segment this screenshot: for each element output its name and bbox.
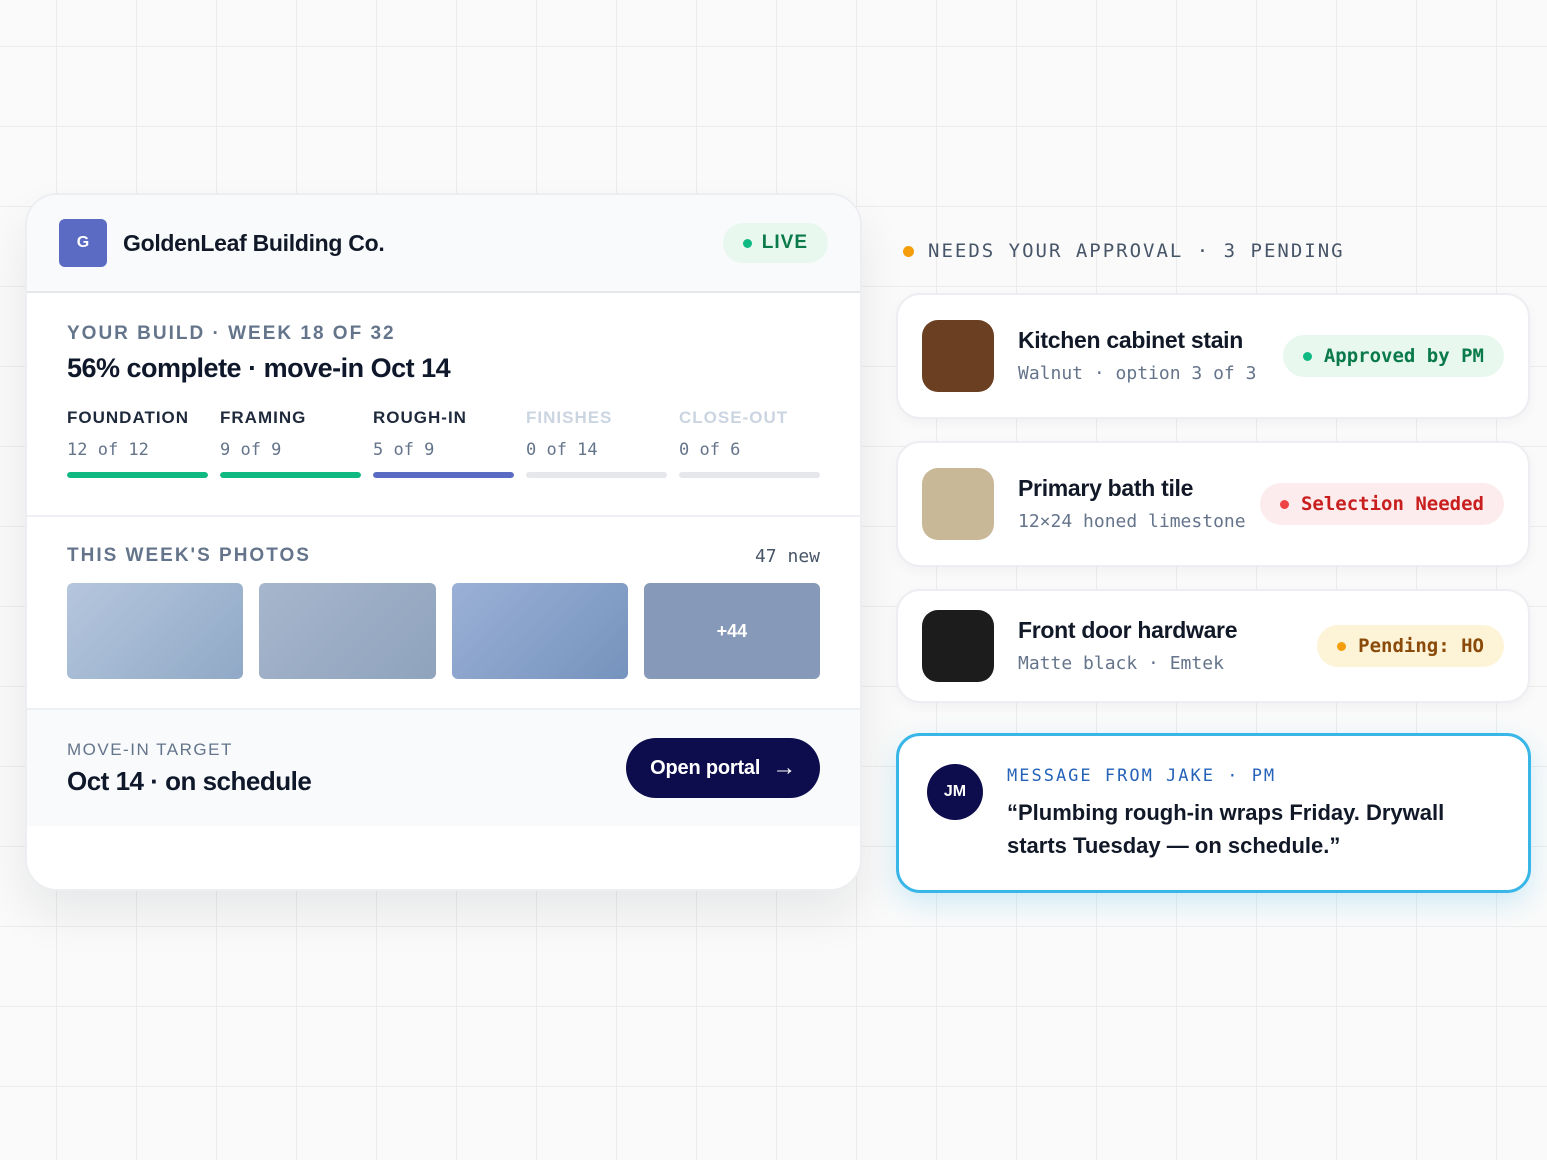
phase-foundation: FOUNDATION 12 of 12 bbox=[67, 408, 208, 478]
message-text: “Plumbing rough-in wraps Friday. Drywall… bbox=[1007, 800, 1445, 858]
phase-count: 12 of 12 bbox=[67, 440, 149, 460]
phase-close-out: CLOSE-OUT 0 of 6 bbox=[679, 408, 820, 478]
approval-item-text: Kitchen cabinet stain Walnut · option 3 … bbox=[1018, 327, 1258, 386]
approval-item-subtitle: Matte black · Emtek bbox=[1018, 652, 1224, 674]
pending-dot-icon bbox=[903, 245, 914, 257]
phase-progress-bar bbox=[526, 472, 667, 478]
build-headline: 56% complete · move-in Oct 14 bbox=[67, 353, 451, 383]
status-badge-label: Pending: HO bbox=[1358, 635, 1484, 657]
more-photos-thumbnail[interactable]: +44 bbox=[643, 583, 820, 679]
approval-item-subtitle: Walnut · option 3 of 3 bbox=[1018, 362, 1257, 384]
photos-title: THIS WEEK'S PHOTOS bbox=[67, 545, 311, 566]
phase-progress-bar bbox=[373, 472, 514, 478]
message-sender-label: MESSAGE FROM JAKE · PM bbox=[1007, 766, 1277, 786]
card-header: G GoldenLeaf Building Co. LIVE bbox=[27, 195, 860, 293]
avatar: JM bbox=[927, 764, 983, 820]
photo-thumbnail[interactable] bbox=[67, 583, 244, 679]
phase-progress-bar bbox=[220, 472, 361, 478]
phase-progress-bar bbox=[679, 472, 820, 478]
status-badge-label: Approved by PM bbox=[1323, 345, 1484, 367]
material-swatch bbox=[922, 610, 994, 682]
approvals-header-label: NEEDS YOUR APPROVAL · 3 PENDING bbox=[928, 240, 1345, 262]
approval-item-text: Primary bath tile 12×24 honed limestone bbox=[1018, 475, 1258, 534]
status-badge: Pending: HO bbox=[1317, 625, 1504, 667]
phase-count: 9 of 9 bbox=[220, 440, 282, 460]
phase-progress-bar bbox=[67, 472, 208, 478]
phase-name: FOUNDATION bbox=[67, 408, 190, 427]
build-summary-card: G GoldenLeaf Building Co. LIVE YOUR BUIL… bbox=[25, 193, 862, 891]
status-dot-icon bbox=[1302, 351, 1312, 361]
phase-finishes: FINISHES 0 of 14 bbox=[526, 408, 667, 478]
phase-list: FOUNDATION 12 of 12 FRAMING 9 of 9 ROUGH… bbox=[67, 408, 820, 478]
phase-name: FINISHES bbox=[526, 408, 613, 427]
material-swatch bbox=[922, 320, 994, 392]
approval-item-title: Kitchen cabinet stain bbox=[1018, 326, 1244, 353]
photo-thumbnails: +44 bbox=[67, 583, 820, 679]
approval-item-primary-bath-tile[interactable]: Primary bath tile 12×24 honed limestone … bbox=[896, 441, 1530, 567]
photo-thumbnail[interactable] bbox=[451, 583, 628, 679]
status-badge: Approved by PM bbox=[1282, 335, 1504, 377]
phase-progress-fill bbox=[373, 472, 514, 478]
status-dot-icon bbox=[1337, 641, 1347, 651]
message-body: MESSAGE FROM JAKE · PM “Plumbing rough-i… bbox=[1007, 764, 1477, 890]
arrow-right-icon: → bbox=[772, 754, 796, 781]
company-name: GoldenLeaf Building Co. bbox=[123, 229, 385, 256]
approval-item-title: Primary bath tile bbox=[1018, 474, 1194, 501]
approval-item-subtitle: 12×24 honed limestone bbox=[1018, 510, 1246, 532]
photos-section: THIS WEEK'S PHOTOS 47 new +44 bbox=[27, 517, 860, 710]
company-logo: G bbox=[59, 219, 107, 267]
phase-name: CLOSE-OUT bbox=[679, 408, 789, 427]
phase-count: 0 of 14 bbox=[526, 440, 598, 460]
phase-name: ROUGH-IN bbox=[373, 408, 467, 427]
open-portal-label: Open portal bbox=[650, 756, 761, 779]
photos-new-count: 47 new bbox=[754, 545, 820, 567]
move-in-target: MOVE-IN TARGET Oct 14 · on schedule bbox=[67, 739, 312, 797]
build-progress-section: YOUR BUILD · WEEK 18 OF 32 56% complete … bbox=[27, 293, 860, 517]
phase-rough-in: ROUGH-IN 5 of 9 bbox=[373, 408, 514, 478]
approval-item-title: Front door hardware bbox=[1018, 616, 1238, 643]
live-label: LIVE bbox=[761, 232, 808, 253]
approval-item-text: Front door hardware Matte black · Emtek bbox=[1018, 617, 1278, 676]
live-status-badge: LIVE bbox=[722, 223, 828, 263]
phase-count: 5 of 9 bbox=[373, 440, 435, 460]
phase-progress-fill bbox=[67, 472, 208, 478]
phase-progress-fill bbox=[220, 472, 361, 478]
phase-name: FRAMING bbox=[220, 408, 307, 427]
open-portal-button[interactable]: Open portal → bbox=[626, 738, 820, 798]
status-badge-label: Selection Needed bbox=[1300, 493, 1484, 515]
photos-header: THIS WEEK'S PHOTOS 47 new bbox=[67, 545, 820, 567]
live-dot-icon bbox=[742, 238, 752, 248]
status-dot-icon bbox=[1279, 499, 1289, 509]
status-badge: Selection Needed bbox=[1259, 483, 1504, 525]
approval-item-kitchen-cabinet-stain[interactable]: Kitchen cabinet stain Walnut · option 3 … bbox=[896, 293, 1530, 419]
build-kicker: YOUR BUILD · WEEK 18 OF 32 bbox=[67, 323, 396, 344]
material-swatch bbox=[922, 468, 994, 540]
move-in-value: Oct 14 · on schedule bbox=[67, 765, 312, 796]
pm-message-card[interactable]: JM MESSAGE FROM JAKE · PM “Plumbing roug… bbox=[896, 733, 1531, 893]
approvals-header: NEEDS YOUR APPROVAL · 3 PENDING bbox=[903, 240, 1345, 262]
phase-framing: FRAMING 9 of 9 bbox=[220, 408, 361, 478]
photo-thumbnail[interactable] bbox=[259, 583, 436, 679]
move-in-label: MOVE-IN TARGET bbox=[67, 739, 233, 759]
phase-count: 0 of 6 bbox=[679, 440, 741, 460]
approval-item-front-door-hardware[interactable]: Front door hardware Matte black · Emtek … bbox=[896, 589, 1530, 703]
move-in-footer: MOVE-IN TARGET Oct 14 · on schedule Open… bbox=[27, 710, 860, 826]
